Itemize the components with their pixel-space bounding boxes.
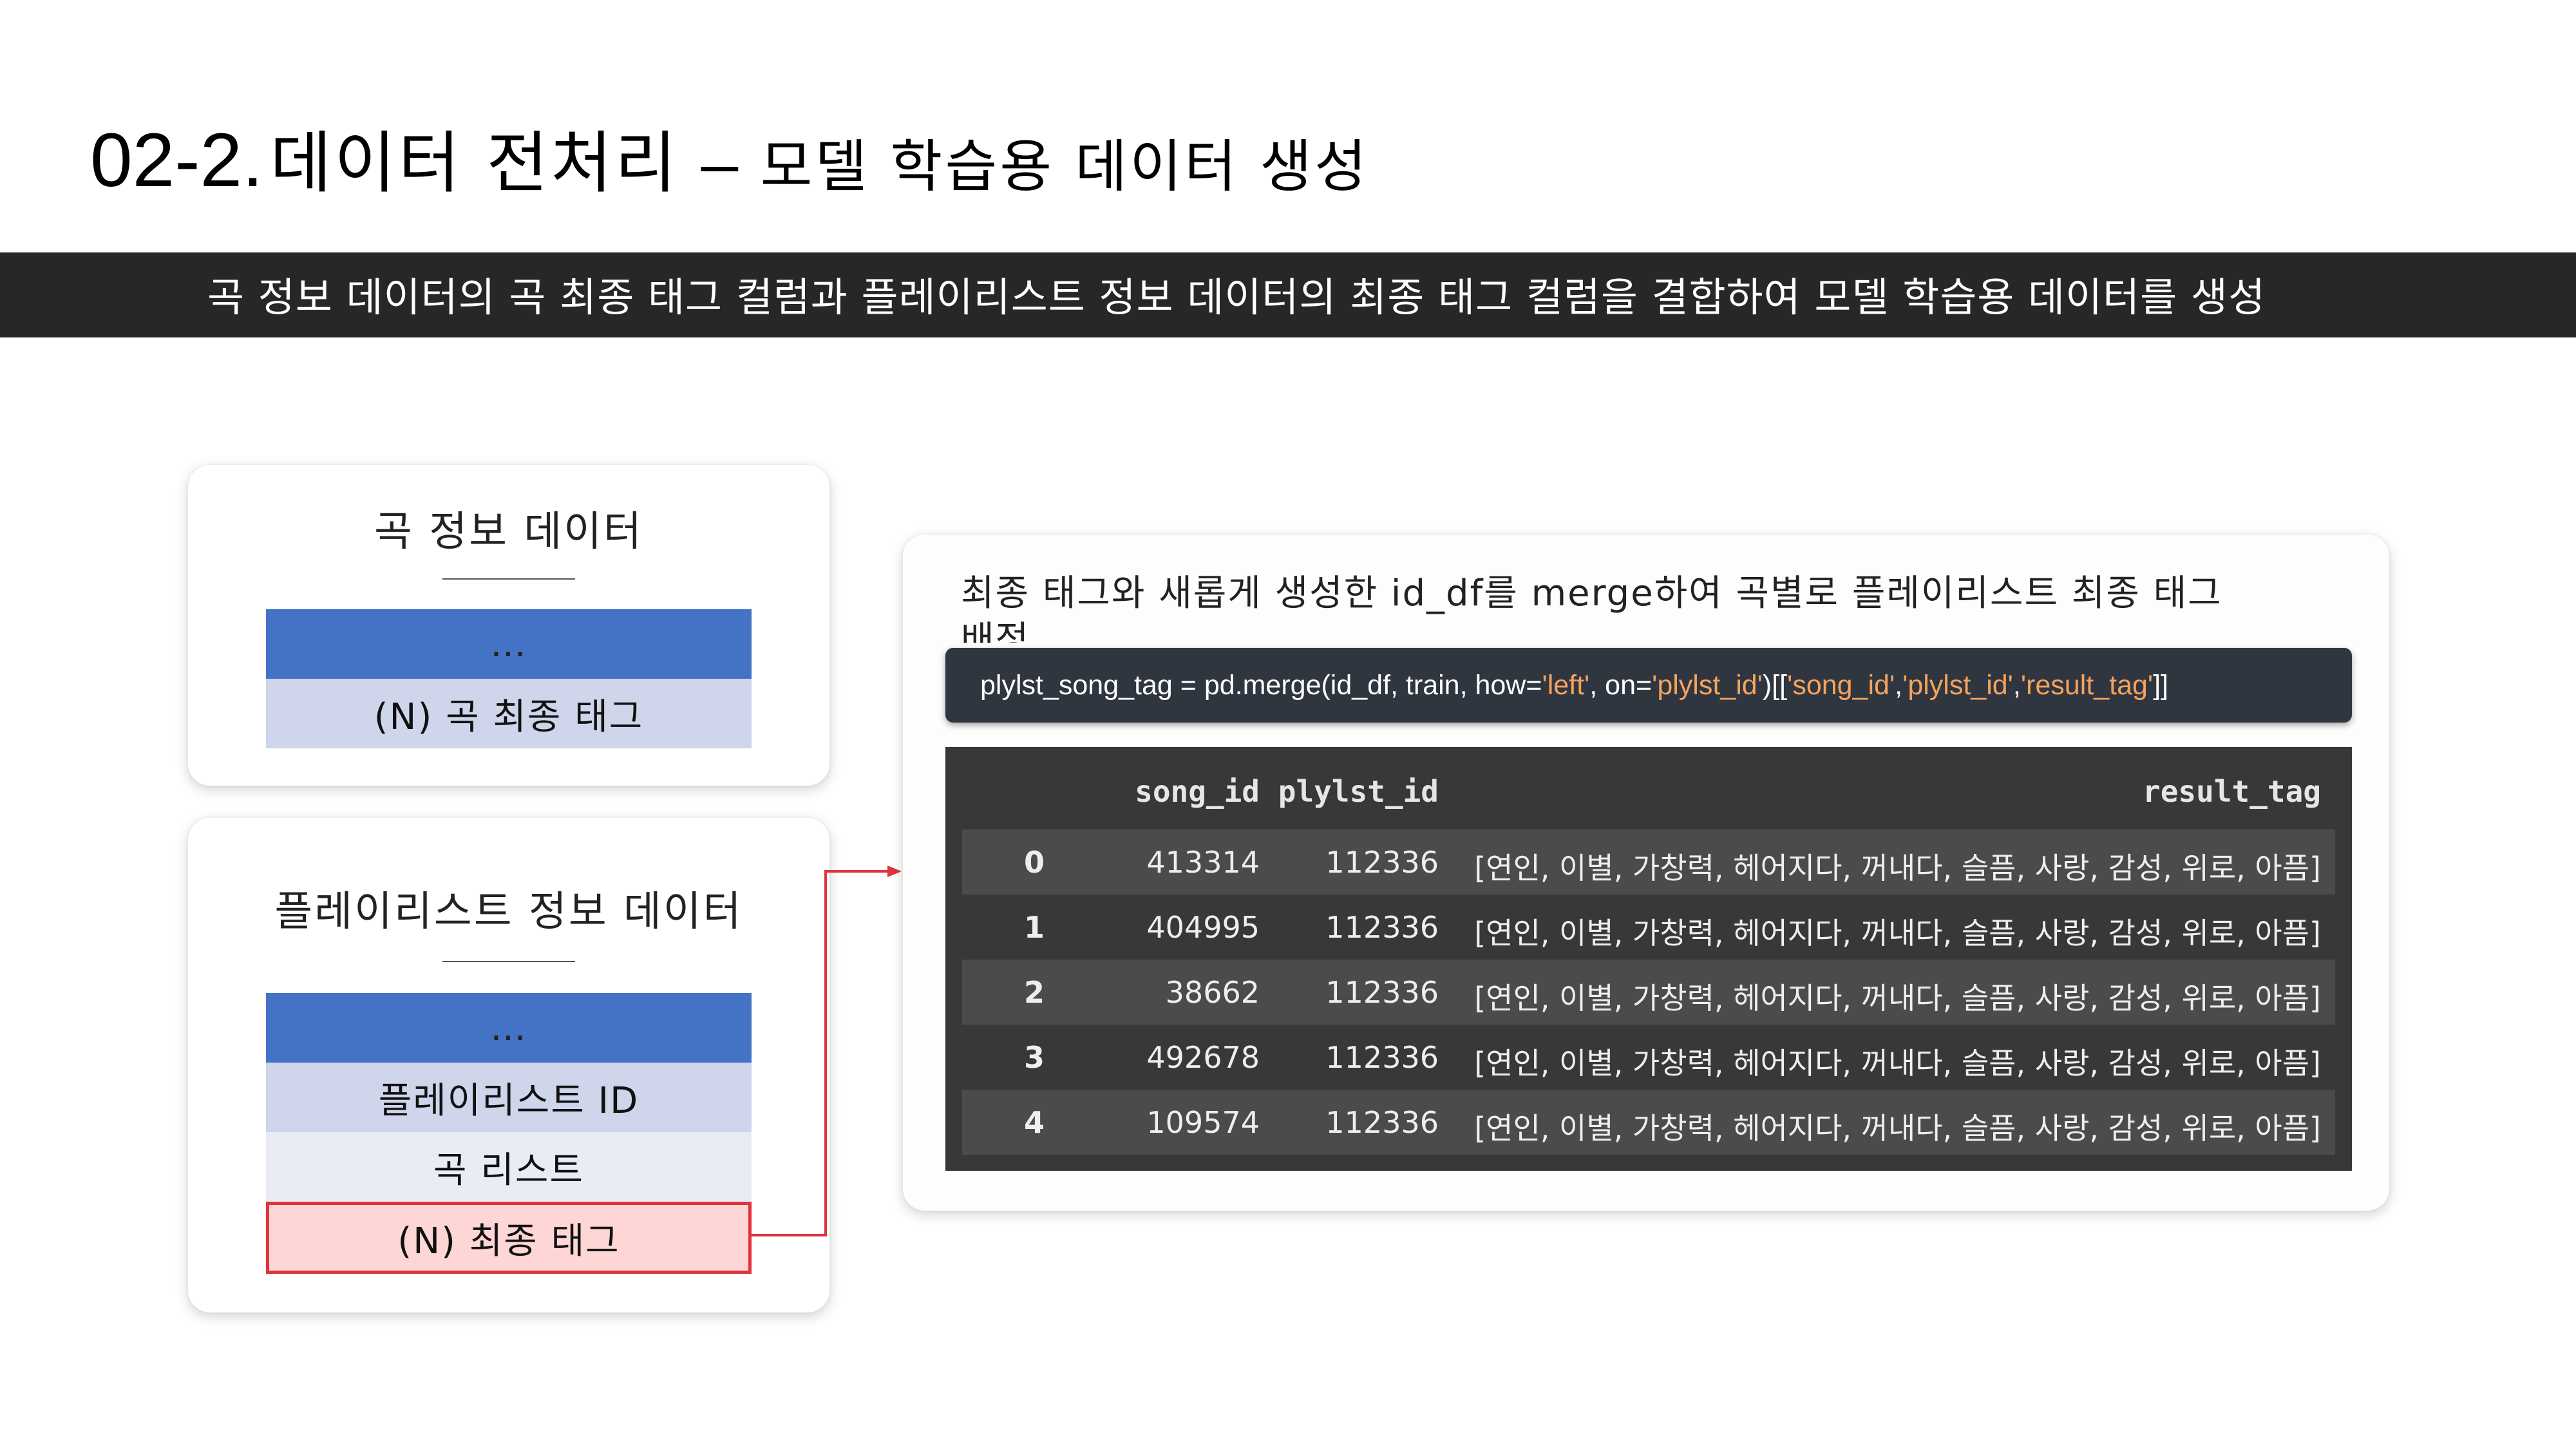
cell-song-id: 492678 <box>1146 1040 1260 1075</box>
song-info-field-final-tag: (N) 곡 최종 태그 <box>266 679 752 748</box>
dataframe-body: 0 413314 112336 [연인, 이별, 가창력, 헤어지다, 꺼내다,… <box>962 829 2335 1155</box>
cell-plylst-id: 112336 <box>1325 1040 1439 1075</box>
song-info-field-ellipsis: … <box>266 609 752 679</box>
cell-result-tag: [연인, 이별, 가창력, 헤어지다, 꺼내다, 슬픔, 사랑, 감성, 위로,… <box>1474 981 2321 1016</box>
slide-title-dash: – <box>701 126 739 201</box>
cell-result-tag: [연인, 이별, 가창력, 헤어지다, 꺼내다, 슬픔, 사랑, 감성, 위로,… <box>1474 916 2321 951</box>
code-how-value: 'left' <box>1542 669 1590 701</box>
playlist-info-field-final-tag-highlight: (N) 최종 태그 <box>266 1202 752 1274</box>
column-header-song-id: song_id <box>1135 774 1260 809</box>
table-row: 3 492678 112336 [연인, 이별, 가창력, 헤어지다, 꺼내다,… <box>962 1025 2335 1090</box>
cell-song-id: 38662 <box>1165 975 1260 1010</box>
cell-plylst-id: 112336 <box>1325 845 1439 880</box>
table-row: 1 404995 112336 [연인, 이별, 가창력, 헤어지다, 꺼내다,… <box>962 895 2335 960</box>
table-row: 0 413314 112336 [연인, 이별, 가창력, 헤어지다, 꺼내다,… <box>962 829 2335 895</box>
cell-plylst-id: 112336 <box>1325 975 1439 1010</box>
merge-result-card: 최종 태그와 새롭게 생성한 id_df를 merge하여 곡별로 플레이리스트… <box>903 535 2389 1211</box>
cell-plylst-id: 112336 <box>1325 910 1439 945</box>
slide-title: 02-2. 데이터 전처리 – 모델 학습용 데이터 생성 <box>90 122 1369 198</box>
cell-result-tag: [연인, 이별, 가창력, 헤어지다, 꺼내다, 슬픔, 사랑, 감성, 위로,… <box>1474 851 2321 886</box>
cell-song-id: 413314 <box>1146 845 1260 880</box>
code-on-value: 'plylst_id' <box>1652 669 1763 701</box>
code-mid: , on= <box>1589 669 1653 701</box>
song-info-card-divider <box>442 578 575 580</box>
code-close: ]] <box>2153 669 2169 701</box>
dataframe-output: song_id plylst_id result_tag 0 413314 11… <box>945 747 2352 1171</box>
connector-arrowhead <box>887 866 902 877</box>
cell-song-id: 109574 <box>1146 1105 1260 1140</box>
row-index: 0 <box>1023 845 1045 880</box>
row-index: 1 <box>1023 910 1045 945</box>
table-row: 2 38662 112336 [연인, 이별, 가창력, 헤어지다, 꺼내다, … <box>962 960 2335 1025</box>
code-sep-1: , <box>1895 669 1903 701</box>
merge-description: 최종 태그와 새롭게 생성한 id_df를 merge하여 곡별로 플레이리스트… <box>961 573 2222 643</box>
playlist-info-field-song-list: 곡 리스트 <box>266 1132 752 1202</box>
column-header-result-tag: result_tag <box>2143 774 2321 809</box>
cell-result-tag: [연인, 이별, 가창력, 헤어지다, 꺼내다, 슬픔, 사랑, 감성, 위로,… <box>1474 1046 2321 1081</box>
playlist-info-field-ellipsis: … <box>266 993 752 1063</box>
slide-title-number: 02-2. <box>90 118 263 203</box>
code-open: )[[ <box>1762 669 1788 701</box>
summary-banner: 곡 정보 데이터의 곡 최종 태그 컬럼과 플레이리스트 정보 데이터의 최종 … <box>0 252 2576 337</box>
column-header-plylst-id: plylst_id <box>1278 774 1439 809</box>
song-info-card: 곡 정보 데이터 … (N) 곡 최종 태그 <box>188 465 829 786</box>
cell-plylst-id: 112336 <box>1325 1105 1439 1140</box>
song-info-fields: … (N) 곡 최종 태그 <box>266 609 752 748</box>
song-info-card-title: 곡 정보 데이터 <box>374 508 643 556</box>
cell-song-id: 404995 <box>1146 910 1260 945</box>
row-index: 4 <box>1023 1105 1045 1140</box>
row-index: 3 <box>1023 1040 1045 1075</box>
dataframe-header: song_id plylst_id result_tag <box>962 774 2335 819</box>
slide-title-sub: 모델 학습용 데이터 생성 <box>760 133 1369 200</box>
playlist-info-field-playlist-id: 플레이리스트 ID <box>266 1063 752 1132</box>
playlist-info-card-divider <box>442 961 575 962</box>
code-col-song-id: 'song_id' <box>1787 669 1895 701</box>
cell-result-tag: [연인, 이별, 가창력, 헤어지다, 꺼내다, 슬픔, 사랑, 감성, 위로,… <box>1474 1111 2321 1146</box>
summary-banner-text: 곡 정보 데이터의 곡 최종 태그 컬럼과 플레이리스트 정보 데이터의 최종 … <box>207 274 2266 321</box>
slide-title-main: 데이터 전처리 <box>270 124 679 202</box>
playlist-info-card-title: 플레이리스트 정보 데이터 <box>274 888 743 936</box>
code-col-plylst-id: 'plylst_id' <box>1902 669 2013 701</box>
code-col-result-tag: 'result_tag' <box>2020 669 2154 701</box>
row-index: 2 <box>1023 975 1045 1010</box>
playlist-info-fields: … 플레이리스트 ID 곡 리스트 (N) 최종 태그 <box>266 993 752 1274</box>
code-sep-2: , <box>2012 669 2021 701</box>
playlist-info-card: 플레이리스트 정보 데이터 … 플레이리스트 ID 곡 리스트 (N) 최종 태… <box>188 818 829 1312</box>
table-row: 4 109574 112336 [연인, 이별, 가창력, 헤어지다, 꺼내다,… <box>962 1090 2335 1155</box>
code-prefix: plylst_song_tag = pd.merge(id_df, train,… <box>980 669 1542 701</box>
code-snippet: plylst_song_tag = pd.merge(id_df, train,… <box>945 648 2352 723</box>
